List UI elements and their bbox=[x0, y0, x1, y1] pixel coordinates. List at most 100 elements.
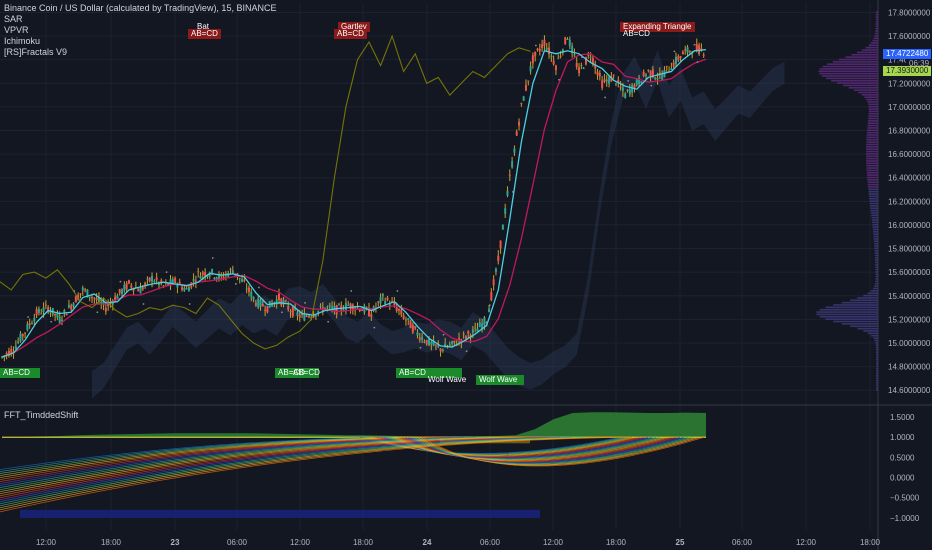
candle-body bbox=[497, 255, 500, 262]
volume-profile-bar bbox=[874, 282, 878, 285]
candle-body bbox=[141, 287, 144, 290]
volume-profile-bar bbox=[875, 266, 878, 269]
candle-body bbox=[116, 295, 119, 299]
candle-body bbox=[504, 208, 507, 214]
volume-profile-bar bbox=[875, 353, 878, 356]
volume-profile-bar bbox=[866, 167, 878, 169]
candle-body bbox=[181, 286, 184, 290]
candle-body bbox=[409, 320, 412, 329]
candle-body bbox=[527, 80, 530, 82]
candle-body bbox=[621, 87, 624, 92]
indicator-vpvr[interactable]: VPVR bbox=[4, 25, 276, 36]
volume-profile-bar bbox=[819, 316, 878, 318]
candle-body bbox=[178, 281, 181, 284]
candle-body bbox=[478, 322, 481, 327]
volume-profile-bar bbox=[875, 389, 878, 391]
tradingview-chart[interactable]: 14.6000000 14.8000000 15.0000000 15.2000000… bbox=[0, 0, 932, 550]
candle-body bbox=[17, 341, 20, 343]
candle-body bbox=[550, 55, 553, 58]
candle-body bbox=[531, 55, 534, 64]
candle-body bbox=[65, 313, 68, 316]
candle-body bbox=[686, 47, 689, 53]
volume-profile-bar bbox=[875, 18, 878, 21]
time-tick-label: 23 bbox=[171, 538, 180, 547]
candle-body bbox=[490, 292, 493, 301]
volume-profile-bar bbox=[875, 363, 878, 365]
indicator-axis[interactable]: 1.5000 1.0000 0.5000 0.0000 −0.5000 −1.0000 bbox=[890, 413, 920, 523]
volume-profile-bar bbox=[832, 61, 878, 63]
candle-body bbox=[31, 323, 34, 325]
candle-body bbox=[612, 74, 615, 76]
candle-body bbox=[674, 56, 677, 64]
candle-body bbox=[608, 76, 611, 84]
time-tick-label: 12:00 bbox=[543, 538, 564, 547]
volume-profile-bar bbox=[873, 242, 878, 245]
candle-body bbox=[358, 309, 361, 312]
candle-body bbox=[439, 348, 442, 352]
candle-body bbox=[91, 297, 94, 299]
candle-body bbox=[492, 279, 495, 286]
candle-body bbox=[296, 312, 299, 316]
sar-dot bbox=[142, 303, 145, 305]
candle-body bbox=[670, 68, 673, 70]
candle-body bbox=[282, 300, 285, 303]
candle-body bbox=[598, 72, 601, 77]
candle-body bbox=[656, 78, 659, 80]
volume-profile-bar bbox=[849, 299, 878, 302]
volume-profile-bar bbox=[872, 226, 878, 228]
symbol-title[interactable]: Binance Coin / US Dollar (calculated by … bbox=[4, 3, 276, 14]
candle-body bbox=[522, 96, 525, 101]
sar-dot bbox=[627, 80, 630, 82]
candle-body bbox=[698, 45, 701, 54]
candle-body bbox=[67, 304, 70, 308]
volume-profile-bar bbox=[841, 323, 878, 325]
candle-body bbox=[402, 315, 405, 319]
volume-profile-bar bbox=[866, 160, 878, 162]
candle-body bbox=[566, 38, 569, 40]
candle-body bbox=[425, 339, 428, 345]
volume-profile-bar bbox=[867, 186, 878, 188]
indicator-ichimoku[interactable]: Ichimoku bbox=[4, 36, 276, 47]
time-axis[interactable]: 12:00 18:00 23 06:00 12:00 18:00 24 06:00 12:00 1… bbox=[36, 538, 881, 547]
candle-body bbox=[125, 283, 128, 290]
sar-dot bbox=[27, 316, 29, 318]
indicator-fractals[interactable]: [RS]Fractals V9 bbox=[4, 47, 276, 58]
candle-body bbox=[127, 280, 130, 284]
candle-body bbox=[437, 345, 440, 347]
candle-body bbox=[174, 277, 177, 284]
volume-profile-bar bbox=[875, 356, 878, 358]
sar-dot bbox=[234, 283, 237, 285]
volume-profile-bar bbox=[874, 245, 878, 247]
indicator-sar[interactable]: SAR bbox=[4, 14, 276, 25]
volume-profile-bar bbox=[843, 84, 878, 87]
candle-body bbox=[386, 297, 389, 301]
volume-profile-bar bbox=[839, 58, 878, 61]
price-tick-label: 15.4000000 bbox=[888, 292, 931, 301]
chart-legend: Binance Coin / US Dollar (calculated by … bbox=[4, 3, 276, 58]
pattern-label-abcd: AB=CD bbox=[0, 368, 40, 378]
candle-body bbox=[661, 75, 664, 80]
main-chart[interactable]: 14.6000000 14.8000000 15.0000000 15.2000000… bbox=[0, 0, 932, 550]
candle-body bbox=[642, 71, 645, 77]
candle-body bbox=[511, 161, 514, 168]
candle-body bbox=[201, 272, 204, 275]
candle-body bbox=[626, 89, 629, 91]
volume-profile-bar bbox=[819, 308, 878, 311]
candle-body bbox=[534, 51, 537, 57]
candle-body bbox=[148, 277, 151, 282]
candle-body bbox=[578, 67, 581, 74]
fft-indicator bbox=[0, 412, 706, 518]
sar-dot bbox=[465, 350, 468, 353]
volume-profile-bar bbox=[875, 23, 878, 25]
price-tick-label: 16.0000000 bbox=[888, 221, 931, 230]
volume-profile-bar bbox=[875, 27, 878, 30]
candle-body bbox=[649, 70, 652, 77]
candle-body bbox=[215, 277, 218, 280]
candle-body bbox=[79, 293, 82, 295]
volume-profile-bar bbox=[868, 117, 878, 120]
fft-indicator-title[interactable]: FFT_TimddedShift bbox=[4, 410, 78, 420]
volume-profile-bar bbox=[868, 108, 878, 110]
candle-body bbox=[28, 323, 31, 326]
candle-body bbox=[130, 285, 133, 288]
candle-body bbox=[151, 275, 154, 282]
